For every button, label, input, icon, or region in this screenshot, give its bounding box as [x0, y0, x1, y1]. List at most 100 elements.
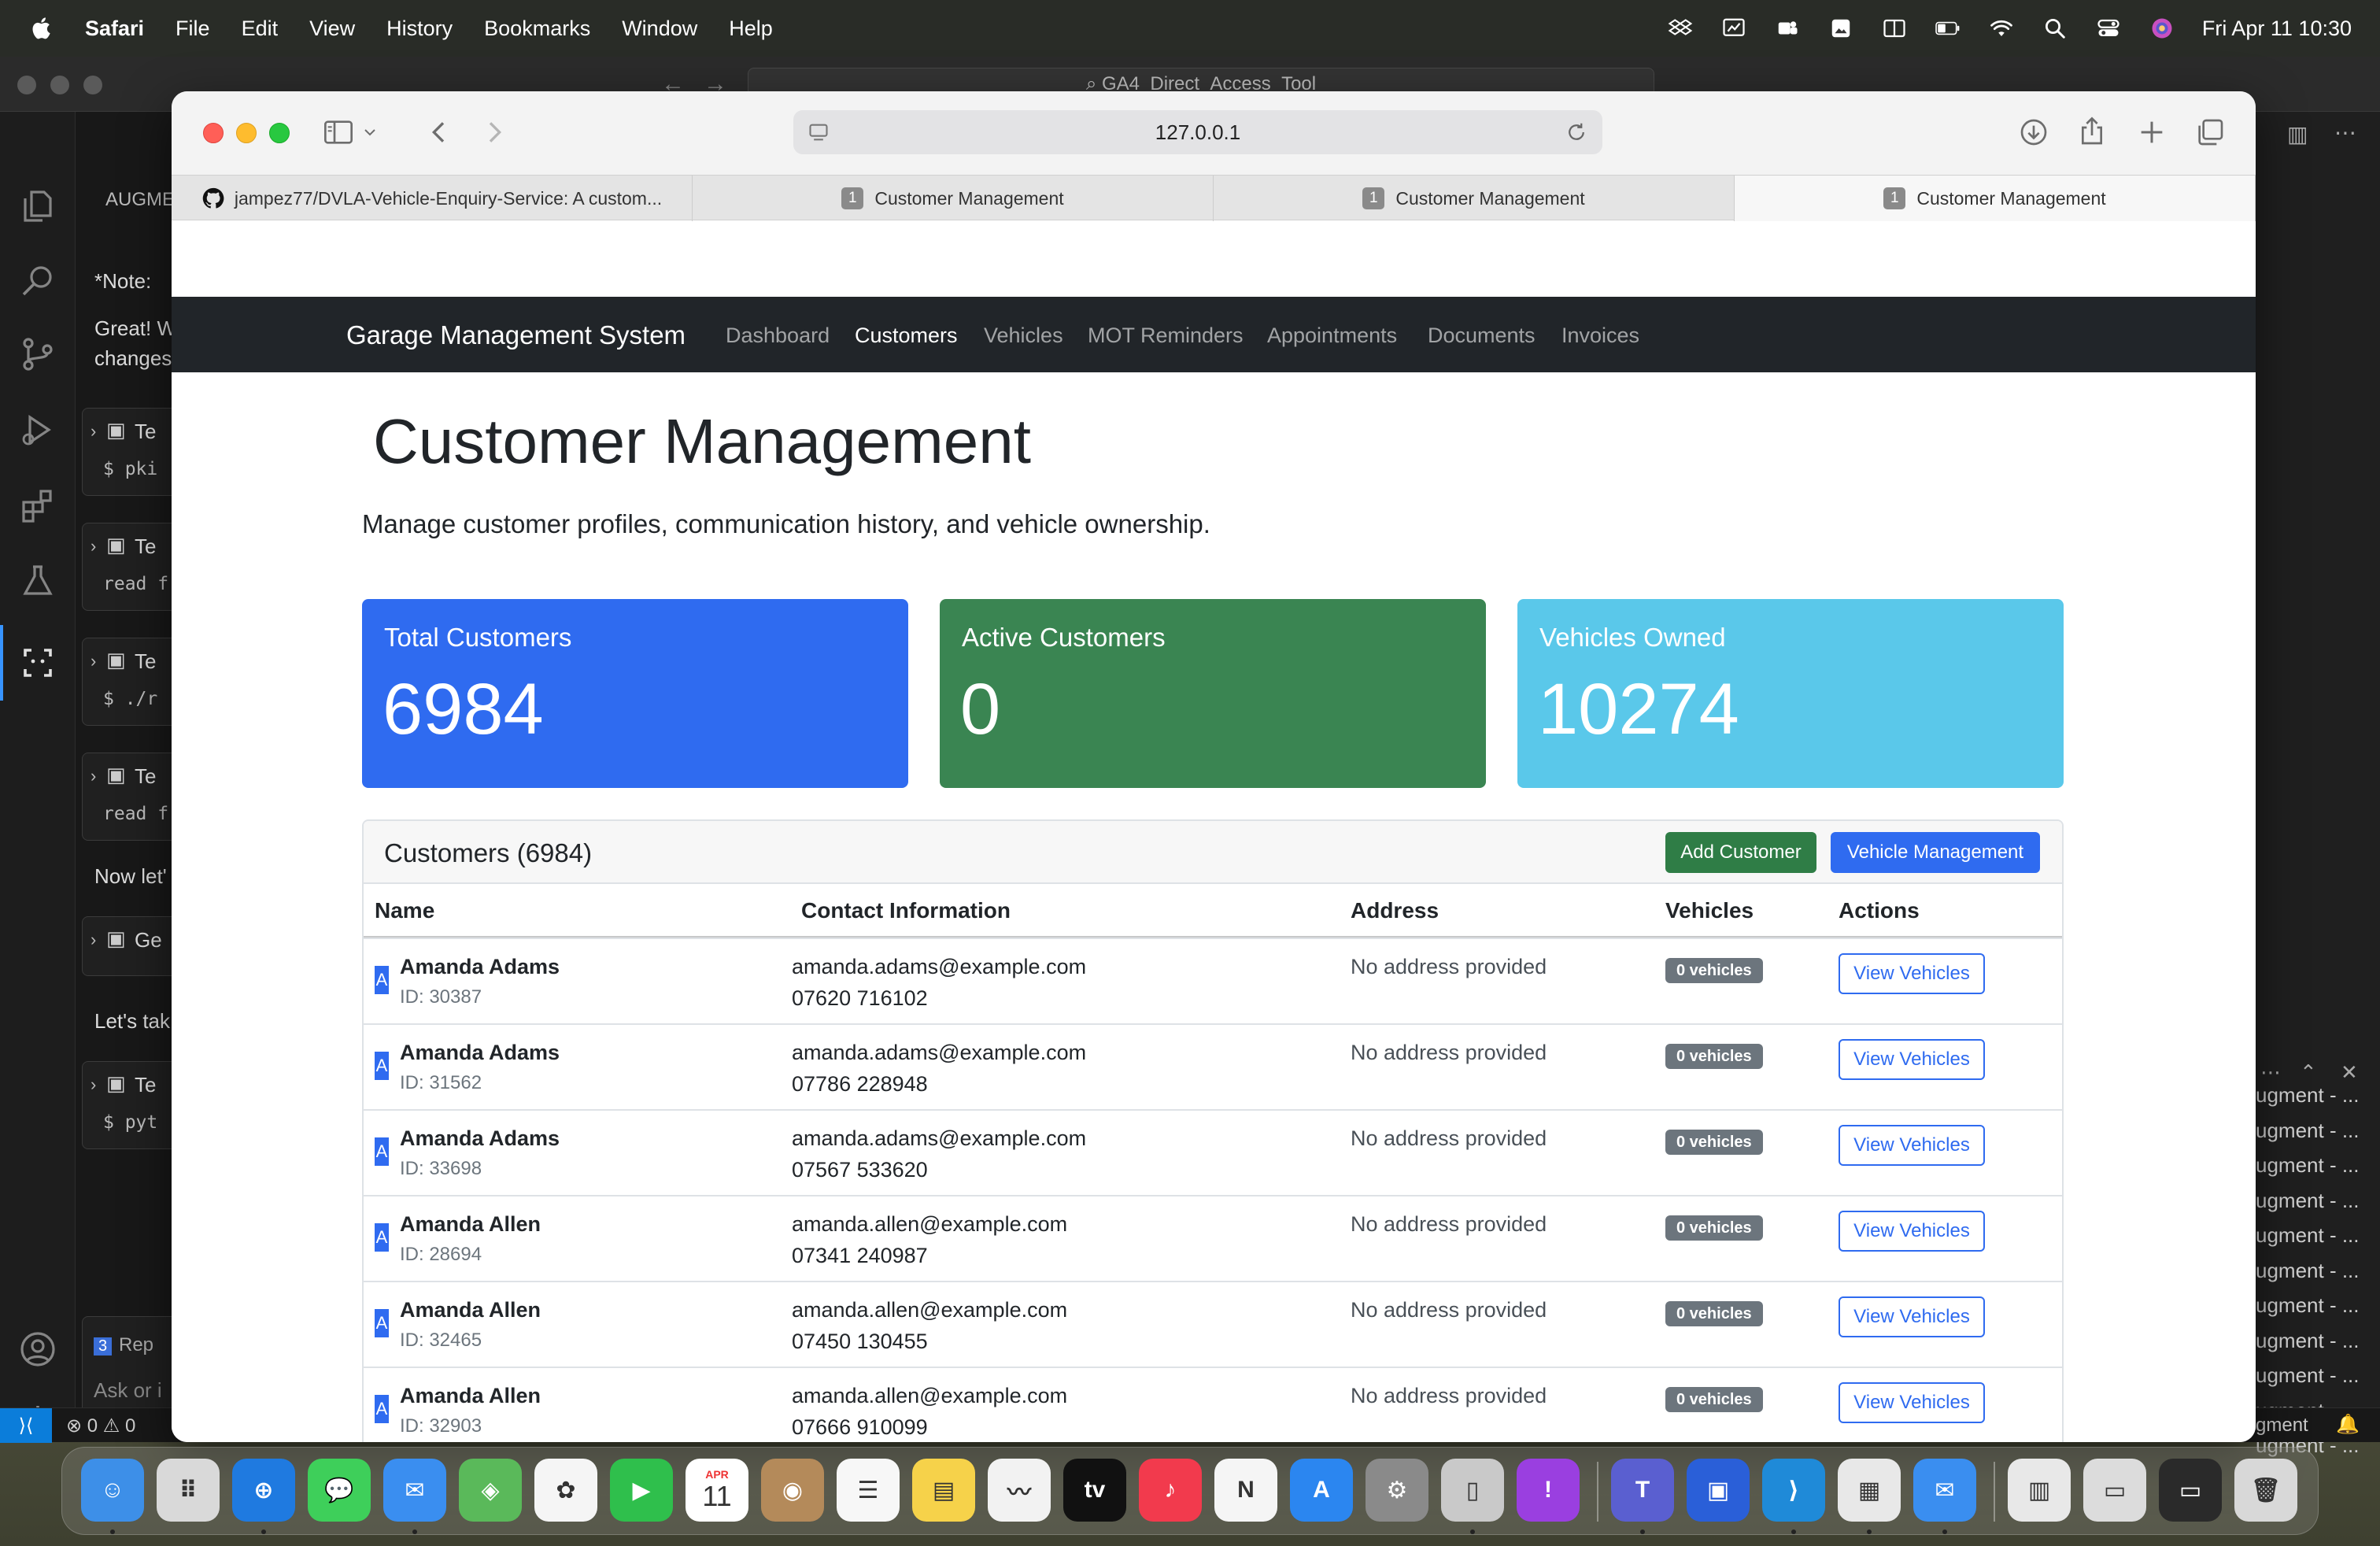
app-store-icon[interactable]: A — [1290, 1459, 1353, 1522]
source-control-icon[interactable] — [19, 335, 57, 373]
minimize-button[interactable] — [236, 123, 257, 143]
system-settings-icon[interactable]: ⚙ — [1366, 1459, 1428, 1522]
view-vehicles-button[interactable]: View Vehicles — [1839, 953, 1985, 994]
output-channel-item[interactable]: ugment - ... — [2256, 1363, 2360, 1388]
status-augment[interactable]: gment — [2256, 1415, 2308, 1437]
share-icon[interactable] — [2076, 115, 2108, 148]
trash-icon[interactable]: 🗑 — [2234, 1459, 2297, 1522]
nav-documents[interactable]: Documents — [1428, 324, 1536, 348]
menu-bookmarks[interactable]: Bookmarks — [484, 17, 590, 41]
menu-window[interactable]: Window — [622, 17, 697, 41]
panel-close-icon[interactable]: ✕ — [2341, 1060, 2358, 1085]
vehicle-management-button[interactable]: Vehicle Management — [1831, 832, 2040, 873]
window-1-icon[interactable]: ▭ — [2083, 1459, 2146, 1522]
testing-flask-icon[interactable] — [19, 562, 57, 600]
expand-chevron-icon[interactable]: › — [91, 651, 96, 671]
nav-dashboard[interactable]: Dashboard — [726, 324, 830, 348]
tab-overview-icon[interactable] — [2194, 117, 2226, 148]
tool-call-card[interactable]: › ▣ Te read f — [82, 523, 178, 611]
tv-icon[interactable]: tv — [1063, 1459, 1126, 1522]
view-vehicles-button[interactable]: View Vehicles — [1839, 1125, 1985, 1166]
output-channel-item[interactable]: ugment - ... — [2256, 1083, 2360, 1108]
screen-monitor-icon[interactable] — [1720, 17, 1747, 40]
address-bar[interactable]: 127.0.0.1 — [793, 110, 1602, 154]
menu-help[interactable]: Help — [729, 17, 773, 41]
augment-icon[interactable] — [19, 644, 57, 682]
output-channel-item[interactable]: ugment - ... — [2256, 1293, 2360, 1318]
address-bar-url[interactable]: 127.0.0.1 — [1155, 120, 1240, 145]
navbar-brand[interactable]: Garage Management System — [346, 320, 686, 350]
vscode-minimize-button[interactable] — [50, 76, 69, 94]
run-debug-icon[interactable] — [19, 411, 57, 449]
view-vehicles-button[interactable]: View Vehicles — [1839, 1211, 1985, 1252]
calendar-icon[interactable]: APR 11 — [686, 1459, 748, 1522]
network-app-icon[interactable]: ▦ — [1838, 1459, 1901, 1522]
new-tab-icon[interactable] — [2136, 117, 2168, 148]
forward-icon[interactable] — [479, 117, 510, 148]
facetime-icon[interactable]: ▶ — [610, 1459, 673, 1522]
view-vehicles-button[interactable]: View Vehicles — [1839, 1296, 1985, 1337]
tab-github[interactable]: jampez77/DVLA-Vehicle-Enquiry-Service: A… — [172, 176, 693, 221]
status-errors[interactable]: ⊗ 0 ⚠ 0 — [66, 1415, 135, 1437]
output-channel-item[interactable]: ugment - ... — [2256, 1223, 2360, 1248]
spotlight-search-icon[interactable] — [2042, 17, 2068, 40]
output-channel-item[interactable]: ugment - ... — [2256, 1153, 2360, 1178]
vscode-zoom-button[interactable] — [83, 76, 102, 94]
output-channel-item[interactable]: ugment - ... — [2256, 1119, 2360, 1143]
control-center-icon[interactable] — [2095, 17, 2122, 40]
feedback-icon[interactable]: ! — [1517, 1459, 1580, 1522]
expand-chevron-icon[interactable]: › — [91, 766, 96, 786]
music-icon[interactable]: ♪ — [1139, 1459, 1202, 1522]
tab-customer-management-1[interactable]: 1 Customer Management — [693, 176, 1214, 221]
launchpad-icon[interactable]: ⠿ — [157, 1459, 220, 1522]
more-actions-icon[interactable]: ⋯ — [2334, 120, 2356, 146]
tab-customer-management-2[interactable]: 1 Customer Management — [1214, 176, 1735, 221]
preview-icon[interactable]: ▥ — [2008, 1459, 2071, 1522]
battery-icon[interactable] — [1935, 17, 1961, 40]
nav-vehicles[interactable]: Vehicles — [984, 324, 1063, 348]
expand-chevron-icon[interactable]: › — [91, 930, 96, 950]
downloads-icon[interactable] — [2018, 117, 2049, 148]
menu-clock[interactable]: Fri Apr 11 10:30 — [2202, 17, 2352, 41]
vscode-icon[interactable]: ⟩ — [1762, 1459, 1825, 1522]
chevron-down-icon[interactable] — [360, 123, 379, 142]
messages-icon[interactable]: 💬 — [308, 1459, 371, 1522]
safari-icon[interactable]: ⊕ — [232, 1459, 295, 1522]
tool-call-card[interactable]: › ▣ Te $ pki — [82, 408, 178, 496]
dropbox-icon[interactable] — [1667, 17, 1694, 40]
maps-icon[interactable]: ◈ — [459, 1459, 522, 1522]
contacts-icon[interactable]: ◉ — [761, 1459, 824, 1522]
nav-customers[interactable]: Customers — [855, 324, 958, 348]
panel-layout-icons[interactable]: ▥ ⋯ — [2256, 112, 2380, 159]
menu-file[interactable]: File — [176, 17, 210, 41]
reload-icon[interactable] — [1565, 120, 1588, 144]
wifi-icon[interactable] — [1988, 17, 2015, 40]
tab-customer-management-active[interactable]: 1 Customer Management — [1735, 176, 2256, 221]
tool-call-card[interactable]: › ▣ Te $ pyt — [82, 1061, 178, 1149]
account-icon[interactable] — [19, 1330, 57, 1368]
close-button[interactable] — [203, 123, 224, 143]
panel-layout-icon[interactable]: ▥ — [2287, 121, 2308, 147]
notifications-bell-icon[interactable]: 🔔 — [2336, 1413, 2360, 1436]
vscode-close-button[interactable] — [17, 76, 36, 94]
split-view-icon[interactable] — [1881, 17, 1908, 40]
tool-call-card[interactable]: › ▣ Te read f — [82, 753, 178, 841]
freeform-icon[interactable]: 〰 — [988, 1459, 1051, 1522]
sidebar-toggle-icon[interactable] — [323, 117, 354, 148]
panel-more-icon[interactable]: ⋯ — [2260, 1060, 2281, 1085]
tool-call-card[interactable]: › ▣ Te $ ./r — [82, 638, 178, 726]
news-icon[interactable]: N — [1214, 1459, 1277, 1522]
expand-chevron-icon[interactable]: › — [91, 421, 96, 442]
tool-call-card[interactable]: › ▣ Ge — [82, 916, 178, 976]
mail-icon[interactable]: ✉ — [383, 1459, 446, 1522]
output-channel-item[interactable]: ugment - ... — [2256, 1329, 2360, 1353]
notes-icon[interactable]: ▤ — [912, 1459, 975, 1522]
search-icon[interactable] — [19, 261, 57, 299]
zoom-button[interactable] — [269, 123, 290, 143]
teams-icon[interactable]: T — [1611, 1459, 1674, 1522]
image-capture-icon[interactable] — [1828, 17, 1854, 40]
finder-icon[interactable]: ☺ — [81, 1459, 144, 1522]
menu-view[interactable]: View — [309, 17, 355, 41]
photos-icon[interactable]: ✿ — [534, 1459, 597, 1522]
reminders-icon[interactable]: ☰ — [837, 1459, 900, 1522]
